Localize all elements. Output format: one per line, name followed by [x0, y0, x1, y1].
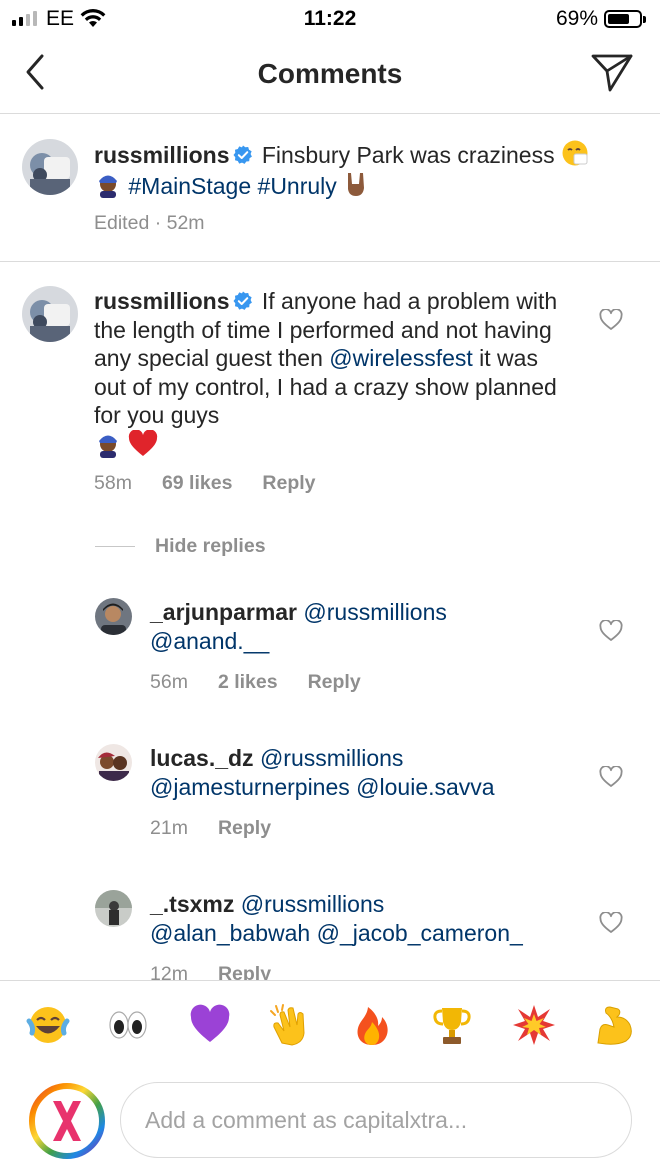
- reply-text: _arjunparmar @russmillions @anand.__: [150, 598, 590, 655]
- verified-badge-icon: [233, 145, 253, 164]
- like-heart-icon[interactable]: [599, 309, 623, 331]
- hashtag-unruly[interactable]: #Unruly: [258, 173, 337, 199]
- sign-of-the-horns-icon: [348, 172, 365, 196]
- reply-button[interactable]: Reply: [218, 817, 271, 840]
- battery-level-fill: [608, 14, 629, 24]
- reply-username[interactable]: _arjunparmar: [150, 599, 297, 625]
- comment-input[interactable]: [120, 1082, 632, 1158]
- reply-meta: 56m 2 likes Reply: [150, 671, 361, 694]
- avatar-tsxmz[interactable]: [95, 890, 132, 927]
- comment-composer: [0, 1070, 660, 1173]
- comment-username[interactable]: russmillions: [94, 288, 229, 314]
- mention-link[interactable]: @jamesturnerpines: [150, 774, 350, 800]
- face-with-tears-of-joy-icon[interactable]: [26, 1003, 70, 1047]
- clapping-hands-icon[interactable]: [268, 1003, 312, 1047]
- verified-badge-icon: [233, 291, 253, 310]
- purple-heart-icon[interactable]: [188, 1003, 232, 1047]
- mention-link[interactable]: @louie.savva: [356, 774, 494, 800]
- comment-meta: 58m 69 likes Reply: [94, 472, 316, 495]
- caption-username[interactable]: russmillions: [94, 142, 229, 168]
- emoji-quick-bar: [0, 980, 660, 1070]
- trophy-icon[interactable]: [430, 1003, 474, 1047]
- capitalxtra-avatar[interactable]: [28, 1082, 106, 1160]
- mention-link[interactable]: @russmillions: [260, 745, 403, 771]
- eyes-icon[interactable]: [106, 1003, 150, 1047]
- fire-icon[interactable]: [350, 1003, 394, 1047]
- reply-meta: 21m Reply: [150, 817, 271, 840]
- reply-text: _.tsxmz @russmillions @alan_babwah @_jac…: [150, 890, 590, 947]
- reply-button[interactable]: Reply: [308, 671, 361, 694]
- battery-percentage: 69%: [555, 7, 598, 30]
- reply-likes[interactable]: 2 likes: [218, 671, 278, 694]
- like-heart-icon[interactable]: [599, 912, 623, 934]
- avatar-russmillions[interactable]: [22, 286, 78, 342]
- mention-link[interactable]: @russmillions: [241, 891, 384, 917]
- man-with-durag-icon: [99, 435, 117, 458]
- page-title: Comments: [257, 58, 403, 89]
- hide-replies-label[interactable]: Hide replies: [155, 535, 266, 558]
- comment-text: russmillions If anyone had a problem wit…: [94, 287, 564, 460]
- caption-edited-time: Edited · 52m: [94, 212, 205, 234]
- direct-send-icon[interactable]: [590, 52, 634, 94]
- hide-replies-toggle[interactable]: Hide replies: [95, 535, 266, 558]
- caption-text: russmillions Finsbury Park was craziness…: [94, 139, 634, 200]
- avatar-arjunparmar[interactable]: [95, 598, 132, 635]
- avatar-russmillions[interactable]: [22, 139, 78, 195]
- comment-likes[interactable]: 69 likes: [162, 472, 232, 495]
- man-with-durag-icon: [99, 175, 117, 198]
- reply-button[interactable]: Reply: [262, 472, 315, 495]
- mention-link[interactable]: @russmillions: [303, 599, 446, 625]
- mention-link[interactable]: @anand.__: [150, 628, 269, 654]
- sneezing-face-icon: [562, 140, 588, 166]
- post-caption: russmillions Finsbury Park was craziness…: [0, 115, 660, 262]
- caption-body: Finsbury Park was craziness: [261, 142, 555, 168]
- mention-link[interactable]: @alan_babwah: [150, 920, 310, 946]
- reply-time: 56m: [150, 671, 188, 693]
- mention-wirelessfest[interactable]: @wirelessfest: [329, 345, 473, 371]
- comment-time: 58m: [94, 472, 132, 494]
- caption-meta: Edited · 52m: [94, 212, 205, 235]
- like-heart-icon[interactable]: [599, 620, 623, 642]
- mention-link[interactable]: @_jacob_cameron_: [317, 920, 523, 946]
- reply-text: lucas._dz @russmillions @jamesturnerpine…: [150, 744, 590, 801]
- avatar-lucas-dz[interactable]: [95, 744, 132, 781]
- collision-icon[interactable]: [512, 1003, 556, 1047]
- red-heart-icon: [129, 429, 158, 456]
- divider-line: [95, 546, 135, 547]
- reply-time: 21m: [150, 817, 188, 839]
- reply-username[interactable]: _.tsxmz: [150, 891, 234, 917]
- like-heart-icon[interactable]: [599, 766, 623, 788]
- reply-username[interactable]: lucas._dz: [150, 745, 254, 771]
- navigation-bar: Comments: [0, 38, 660, 114]
- status-bar: EE 11:22 69%: [0, 0, 660, 38]
- hashtag-mainstage[interactable]: #MainStage: [128, 173, 251, 199]
- flexed-biceps-icon[interactable]: [592, 1003, 636, 1047]
- battery-icon: [604, 10, 646, 28]
